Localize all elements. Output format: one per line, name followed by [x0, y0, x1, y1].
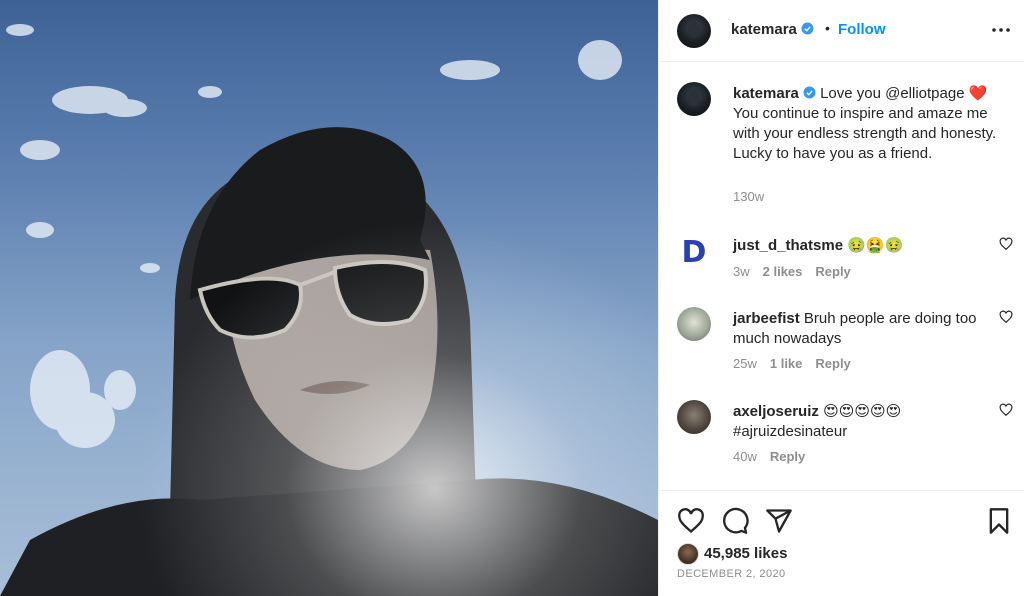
- comment-meta: 40w Reply: [733, 449, 818, 464]
- commenter-avatar[interactable]: [677, 307, 711, 341]
- selfie-illustration: [0, 0, 658, 596]
- heart-icon[interactable]: [999, 403, 1013, 417]
- reply-button[interactable]: Reply: [770, 449, 805, 464]
- comment-text-row: axeljoseruiz 😍😍😍😍😍 #ajruizdesinateur: [733, 402, 983, 442]
- post-side-panel: katemara • Follow katemara Love you @ell…: [658, 0, 1024, 596]
- comment-likes[interactable]: 1 like: [770, 356, 803, 371]
- caption-text-block: katemara Love you @elliotpage ❤️ You con…: [733, 84, 1003, 164]
- letter-d-avatar-icon: D: [682, 235, 707, 268]
- author-username[interactable]: katemara: [731, 21, 797, 38]
- comment-meta: 3w 2 likes Reply: [733, 264, 864, 279]
- heart-icon[interactable]: [677, 507, 705, 535]
- post-header: katemara • Follow: [659, 0, 1024, 62]
- comment-time[interactable]: 40w: [733, 449, 757, 464]
- comment-meta: 25w 1 like Reply: [733, 356, 864, 371]
- comment-icon[interactable]: [721, 507, 749, 535]
- caption-username[interactable]: katemara: [733, 85, 799, 102]
- author-avatar[interactable]: [677, 14, 711, 48]
- reply-button[interactable]: Reply: [815, 356, 850, 371]
- heart-icon[interactable]: [999, 310, 1013, 324]
- likes-count[interactable]: 45,985 likes: [704, 545, 787, 562]
- bookmark-icon[interactable]: [985, 507, 1013, 535]
- heart-icon[interactable]: [999, 237, 1013, 251]
- author-username-row[interactable]: katemara: [731, 21, 814, 38]
- separator-dot: •: [825, 20, 830, 36]
- caption-avatar[interactable]: [677, 82, 711, 116]
- commenter-avatar[interactable]: [677, 400, 711, 434]
- post-date[interactable]: DECEMBER 2, 2020: [677, 568, 786, 580]
- reply-button[interactable]: Reply: [815, 264, 850, 279]
- commenter-avatar[interactable]: D: [677, 234, 711, 268]
- more-horizontal-icon[interactable]: [989, 18, 1013, 42]
- verified-badge-icon: [803, 86, 816, 99]
- post-actions: 45,985 likes DECEMBER 2, 2020: [659, 490, 1024, 596]
- send-icon[interactable]: [765, 507, 793, 535]
- comment-time[interactable]: 3w: [733, 264, 750, 279]
- follow-button[interactable]: Follow: [838, 21, 886, 38]
- verified-badge-icon: [801, 22, 814, 35]
- post-photo[interactable]: [0, 0, 658, 596]
- comment-text-row: jarbeefist Bruh people are doing too muc…: [733, 309, 983, 349]
- caption-timestamp[interactable]: 130w: [733, 189, 764, 204]
- comment-likes[interactable]: 2 likes: [763, 264, 803, 279]
- liker-avatar: [677, 543, 699, 565]
- comment-username[interactable]: axeljoseruiz: [733, 403, 819, 420]
- comment-time[interactable]: 25w: [733, 356, 757, 371]
- svg-text:D: D: [682, 235, 707, 268]
- comment-username[interactable]: just_d_thatsme: [733, 237, 843, 254]
- comment-text-row: just_d_thatsme 🤢🤮🤢: [733, 236, 983, 256]
- comment-text: 🤢🤮🤢: [847, 237, 904, 254]
- comment-username[interactable]: jarbeefist: [733, 310, 800, 327]
